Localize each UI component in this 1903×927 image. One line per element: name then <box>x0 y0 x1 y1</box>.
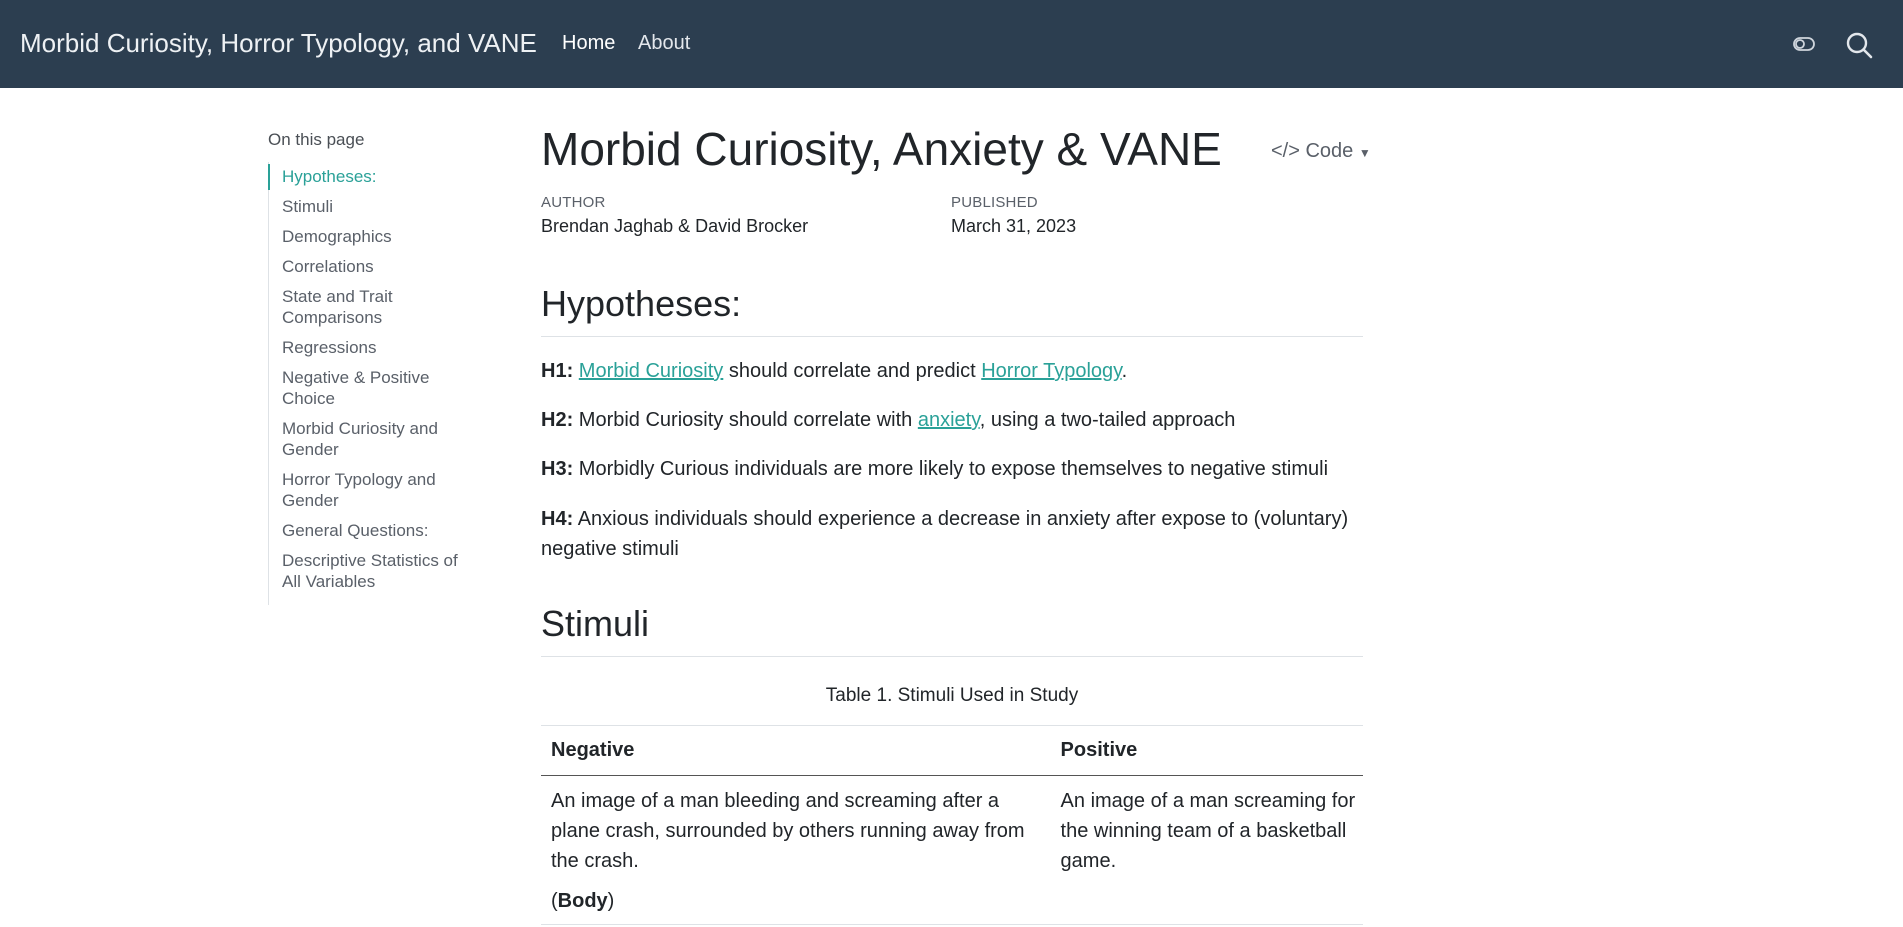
anxiety-link[interactable]: anxiety <box>918 409 980 431</box>
code-button-label: Code <box>1305 140 1354 162</box>
toc-item-stimuli[interactable]: Stimuli <box>269 196 468 226</box>
morbid-curiosity-link[interactable]: Morbid Curiosity <box>579 360 723 382</box>
h2-text1: Morbid Curiosity should correlate with <box>573 409 918 431</box>
toc-title: On this page <box>268 130 365 149</box>
negative-tag-open: ( <box>551 890 558 912</box>
main-content: Morbid Curiosity, Anxiety & VANE </> Cod… <box>541 120 1371 925</box>
toc-item-state-trait[interactable]: State and Trait Comparisons <box>269 286 468 337</box>
negative-tag-label: Body <box>557 890 608 912</box>
toc-item-correlations[interactable]: Correlations <box>269 256 468 286</box>
author-value: Brendan Jaghab & David Brocker <box>541 216 809 236</box>
top-navbar: Morbid Curiosity, Horror Typology, and V… <box>0 0 1903 88</box>
negative-description: An image of a man bleeding and screaming… <box>551 790 1025 872</box>
negative-tag-close: ) <box>607 890 615 912</box>
toc-item-demographics[interactable]: Demographics <box>269 226 468 256</box>
toc-item-general-questions[interactable]: General Questions: <box>269 520 468 550</box>
toc-item-descriptive-stats[interactable]: Descriptive Statistics of All Variables <box>269 550 468 601</box>
toc-item-hypotheses[interactable]: Hypotheses: <box>268 164 468 196</box>
toc-item-mc-gender[interactable]: Morbid Curiosity and Gender <box>269 418 468 469</box>
table-row: An image of a man bleeding and screaming… <box>541 776 1363 925</box>
search-icon[interactable] <box>1844 30 1874 60</box>
table-header-row: Negative Positive <box>541 726 1363 776</box>
toc-item-ht-gender[interactable]: Horror Typology and Gender <box>269 469 468 520</box>
h3-text1: Morbidly Curious individuals are more li… <box>573 458 1329 480</box>
code-icon: </> <box>1271 140 1300 162</box>
hypothesis-4: H4: Anxious individuals should experienc… <box>541 504 1363 564</box>
toc-list: Hypotheses: Stimuli Demographics Correla… <box>268 162 468 605</box>
h4-label: H4: <box>541 508 574 530</box>
author-label: AUTHOR <box>541 194 606 211</box>
toc-item-choice[interactable]: Negative & Positive Choice <box>269 367 468 418</box>
toggle-icon[interactable] <box>1792 34 1816 54</box>
hypothesis-2: H2: Morbid Curiosity should correlate wi… <box>541 405 1363 435</box>
stimuli-heading: Stimuli <box>541 602 1363 657</box>
stimuli-table: Negative Positive An image of a man blee… <box>541 725 1363 925</box>
cell-negative: An image of a man bleeding and screaming… <box>541 786 1051 924</box>
hypothesis-1: H1: Morbid Curiosity should correlate an… <box>541 356 1363 386</box>
nav-about-link[interactable]: About <box>638 32 690 55</box>
h3-label: H3: <box>541 458 574 480</box>
meta-author: AUTHOR Brendan Jaghab & David Brocker <box>541 194 808 237</box>
horror-typology-link[interactable]: Horror Typology <box>981 360 1121 382</box>
hypothesis-3: H3: Morbidly Curious individuals are mor… <box>541 454 1363 484</box>
nav-home-link[interactable]: Home <box>562 32 615 55</box>
table-of-contents: On this page Hypotheses: Stimuli Demogra… <box>268 130 468 605</box>
published-label: PUBLISHED <box>951 194 1038 211</box>
code-button[interactable]: </> Code ▼ <box>1271 140 1371 163</box>
meta-published: PUBLISHED March 31, 2023 <box>951 194 1076 237</box>
site-brand[interactable]: Morbid Curiosity, Horror Typology, and V… <box>20 28 537 59</box>
published-value: March 31, 2023 <box>951 216 1077 236</box>
header-positive: Positive <box>1060 739 1138 761</box>
table-caption: Table 1. Stimuli Used in Study <box>825 685 1079 706</box>
h1-text2: . <box>1121 360 1128 382</box>
h2-label: H2: <box>541 409 574 431</box>
negative-tag: (Body) <box>551 886 1051 916</box>
header-negative: Negative <box>551 739 635 761</box>
h2-text2: , using a two-tailed approach <box>979 409 1236 431</box>
page-title: Morbid Curiosity, Anxiety & VANE <box>541 123 1222 175</box>
h1-label: H1: <box>541 360 574 382</box>
hypotheses-heading: Hypotheses: <box>541 282 1363 337</box>
caret-down-icon: ▼ <box>1358 146 1371 160</box>
h1-text1: should correlate and predict <box>723 360 982 382</box>
toc-item-regressions[interactable]: Regressions <box>269 337 468 367</box>
cell-positive: An image of a man screaming for the winn… <box>1060 790 1356 872</box>
h4-text1: Anxious individuals should experience a … <box>541 508 1349 560</box>
